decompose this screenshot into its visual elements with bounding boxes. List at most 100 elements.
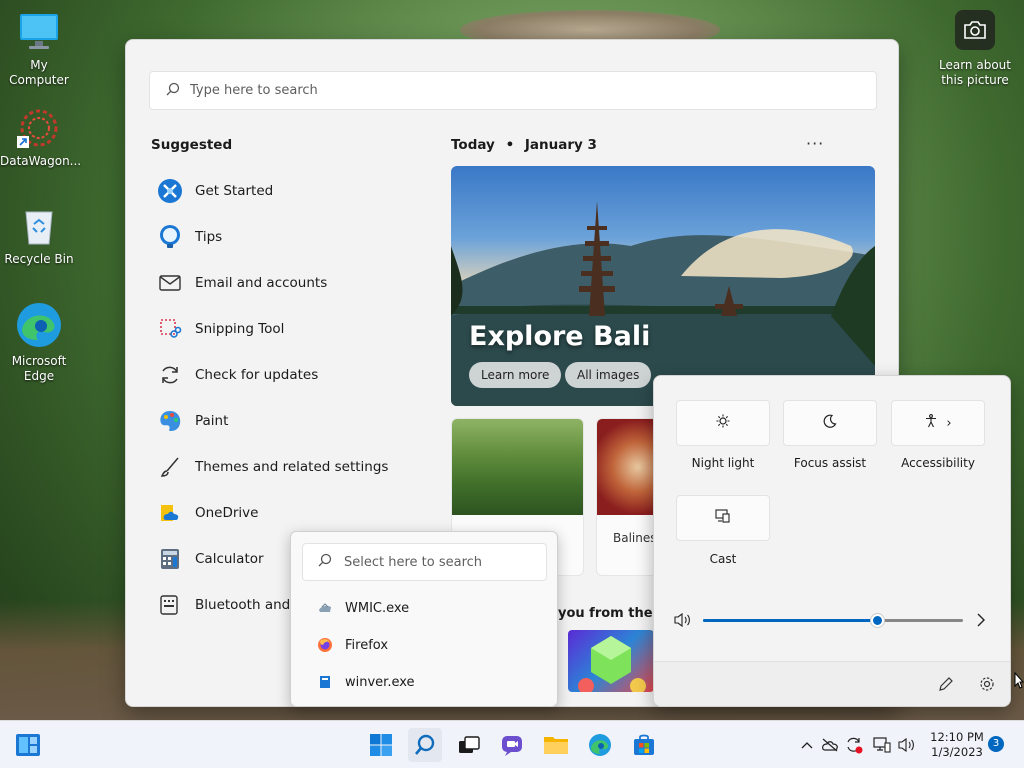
brightness-icon bbox=[716, 414, 730, 432]
popup-search-input[interactable]: Select here to search bbox=[302, 543, 547, 581]
speaker-icon[interactable] bbox=[898, 736, 916, 754]
suggested-item-paint[interactable]: Paint bbox=[156, 398, 456, 444]
edge-taskbar-icon[interactable] bbox=[586, 731, 614, 759]
notification-badge[interactable]: 3 bbox=[988, 736, 1004, 752]
datawagon-icon bbox=[17, 106, 61, 150]
game-tile-image bbox=[578, 636, 646, 692]
learn-more-button[interactable]: Learn more bbox=[469, 362, 562, 388]
accessibility-toggle[interactable]: › bbox=[891, 400, 985, 446]
popup-item-label: WMIC.exe bbox=[345, 600, 410, 616]
popup-item-label: winver.exe bbox=[345, 674, 415, 690]
desktop-icon-edge[interactable]: Microsoft Edge bbox=[0, 300, 78, 384]
show-hidden-icons-chevron-icon[interactable] bbox=[798, 736, 816, 754]
update-tray-icon[interactable] bbox=[845, 736, 863, 754]
night-light-label: Night light bbox=[691, 456, 755, 470]
firefox-icon bbox=[317, 637, 333, 653]
brush-icon bbox=[156, 453, 184, 481]
winver-icon bbox=[317, 674, 333, 690]
widgets-icon[interactable] bbox=[14, 731, 42, 759]
suggested-item-label: Bluetooth and o bbox=[195, 597, 303, 613]
today-date: January 3 bbox=[524, 137, 597, 153]
start-button-windows-icon[interactable] bbox=[367, 731, 395, 759]
mail-icon bbox=[156, 269, 184, 297]
all-images-button[interactable]: All images bbox=[565, 362, 652, 388]
settings-gear-icon[interactable] bbox=[979, 676, 995, 696]
popup-search-panel: Select here to search WMIC.exe Firefox w… bbox=[290, 531, 558, 707]
clock-time: 12:10 PM bbox=[930, 730, 984, 744]
cast-label: Cast bbox=[709, 552, 737, 566]
refresh-icon bbox=[156, 361, 184, 389]
file-explorer-icon[interactable] bbox=[542, 731, 570, 759]
today-heading: Today • January 3 bbox=[451, 137, 597, 153]
desktop-icon-label: Recycle Bin bbox=[4, 252, 74, 266]
night-light-toggle[interactable] bbox=[676, 400, 770, 446]
network-icon[interactable] bbox=[873, 736, 891, 754]
suggested-item-label: Get Started bbox=[195, 183, 274, 199]
snipping-tool-icon bbox=[156, 315, 184, 343]
desktop-icon-label: My Computer bbox=[9, 58, 69, 87]
game-tile[interactable] bbox=[568, 630, 654, 692]
suggested-heading: Suggested bbox=[151, 137, 233, 153]
calculator-icon bbox=[156, 545, 184, 573]
mouse-cursor-icon bbox=[1014, 671, 1024, 694]
suggested-item-email-accounts[interactable]: Email and accounts bbox=[156, 260, 456, 306]
wmic-icon bbox=[317, 600, 333, 616]
hero-card-explore-bali[interactable]: Explore Bali Learn more All images bbox=[451, 166, 875, 406]
store-icon[interactable] bbox=[630, 731, 658, 759]
camera-icon bbox=[955, 10, 995, 50]
suggested-item-check-updates[interactable]: Check for updates bbox=[156, 352, 456, 398]
quick-settings-footer bbox=[654, 661, 1010, 706]
task-view-icon[interactable] bbox=[455, 731, 483, 759]
popup-search-placeholder: Select here to search bbox=[344, 554, 483, 570]
teams-chat-icon[interactable] bbox=[498, 731, 526, 759]
accessibility-icon bbox=[924, 414, 938, 432]
recycle-bin-icon bbox=[17, 204, 61, 248]
search-placeholder: Type here to search bbox=[190, 83, 318, 98]
paint-icon bbox=[156, 407, 184, 435]
desktop-icon-my-computer[interactable]: My Computer bbox=[0, 10, 78, 88]
onedrive-icon bbox=[156, 499, 184, 527]
desktop-icon-recycle-bin[interactable]: Recycle Bin bbox=[0, 204, 78, 267]
popup-item-label: Firefox bbox=[345, 637, 389, 653]
suggested-item-onedrive[interactable]: OneDrive bbox=[156, 490, 456, 536]
desktop-icon-label: DataWagon... bbox=[0, 154, 82, 168]
tips-icon bbox=[156, 223, 184, 251]
rice-terraces-image bbox=[452, 419, 583, 515]
suggested-item-label: Tips bbox=[195, 229, 223, 245]
onedrive-tray-icon[interactable] bbox=[821, 736, 839, 754]
suggested-item-label: OneDrive bbox=[195, 505, 259, 521]
suggested-item-label: Calculator bbox=[195, 551, 264, 567]
more-options-button[interactable]: ··· bbox=[806, 134, 824, 153]
clock[interactable]: 12:10 PM 1/3/2023 bbox=[922, 730, 992, 760]
desktop-icon-datawagon[interactable]: DataWagon... bbox=[0, 106, 82, 169]
cast-toggle[interactable] bbox=[676, 495, 770, 541]
hero-title: Explore Bali bbox=[469, 321, 651, 352]
clock-date: 1/3/2023 bbox=[931, 745, 983, 759]
suggested-item-label: Email and accounts bbox=[195, 275, 328, 291]
audio-output-chevron-icon[interactable] bbox=[976, 612, 986, 632]
taskbar-search-icon[interactable] bbox=[408, 728, 442, 762]
volume-icon[interactable] bbox=[674, 612, 692, 632]
suggested-item-themes[interactable]: Themes and related settings bbox=[156, 444, 456, 490]
popup-item-wmic[interactable]: WMIC.exe bbox=[317, 596, 409, 620]
start-search-input[interactable]: Type here to search bbox=[149, 71, 877, 110]
suggested-item-label: Snipping Tool bbox=[195, 321, 285, 337]
popup-item-firefox[interactable]: Firefox bbox=[317, 633, 388, 657]
suggested-item-snipping-tool[interactable]: Snipping Tool bbox=[156, 306, 456, 352]
learn-about-picture-label: Learn about this picture bbox=[939, 58, 1011, 87]
accessibility-label: Accessibility bbox=[901, 456, 975, 470]
focus-assist-toggle[interactable] bbox=[783, 400, 877, 446]
suggested-item-get-started[interactable]: Get Started bbox=[156, 168, 456, 214]
edge-icon bbox=[14, 300, 64, 350]
learn-about-picture[interactable]: Learn about this picture bbox=[938, 10, 1012, 88]
search-icon bbox=[318, 553, 332, 571]
suggested-item-label: Paint bbox=[195, 413, 229, 429]
suggested-item-tips[interactable]: Tips bbox=[156, 214, 456, 260]
desktop-icon-label: Microsoft Edge bbox=[11, 354, 67, 383]
monitor-icon bbox=[17, 10, 61, 54]
volume-slider[interactable] bbox=[703, 613, 963, 628]
popup-item-winver[interactable]: winver.exe bbox=[317, 670, 415, 694]
edit-pencil-icon[interactable] bbox=[938, 676, 954, 696]
volume-slider-thumb[interactable] bbox=[870, 613, 886, 628]
chevron-right-icon: › bbox=[946, 415, 952, 431]
